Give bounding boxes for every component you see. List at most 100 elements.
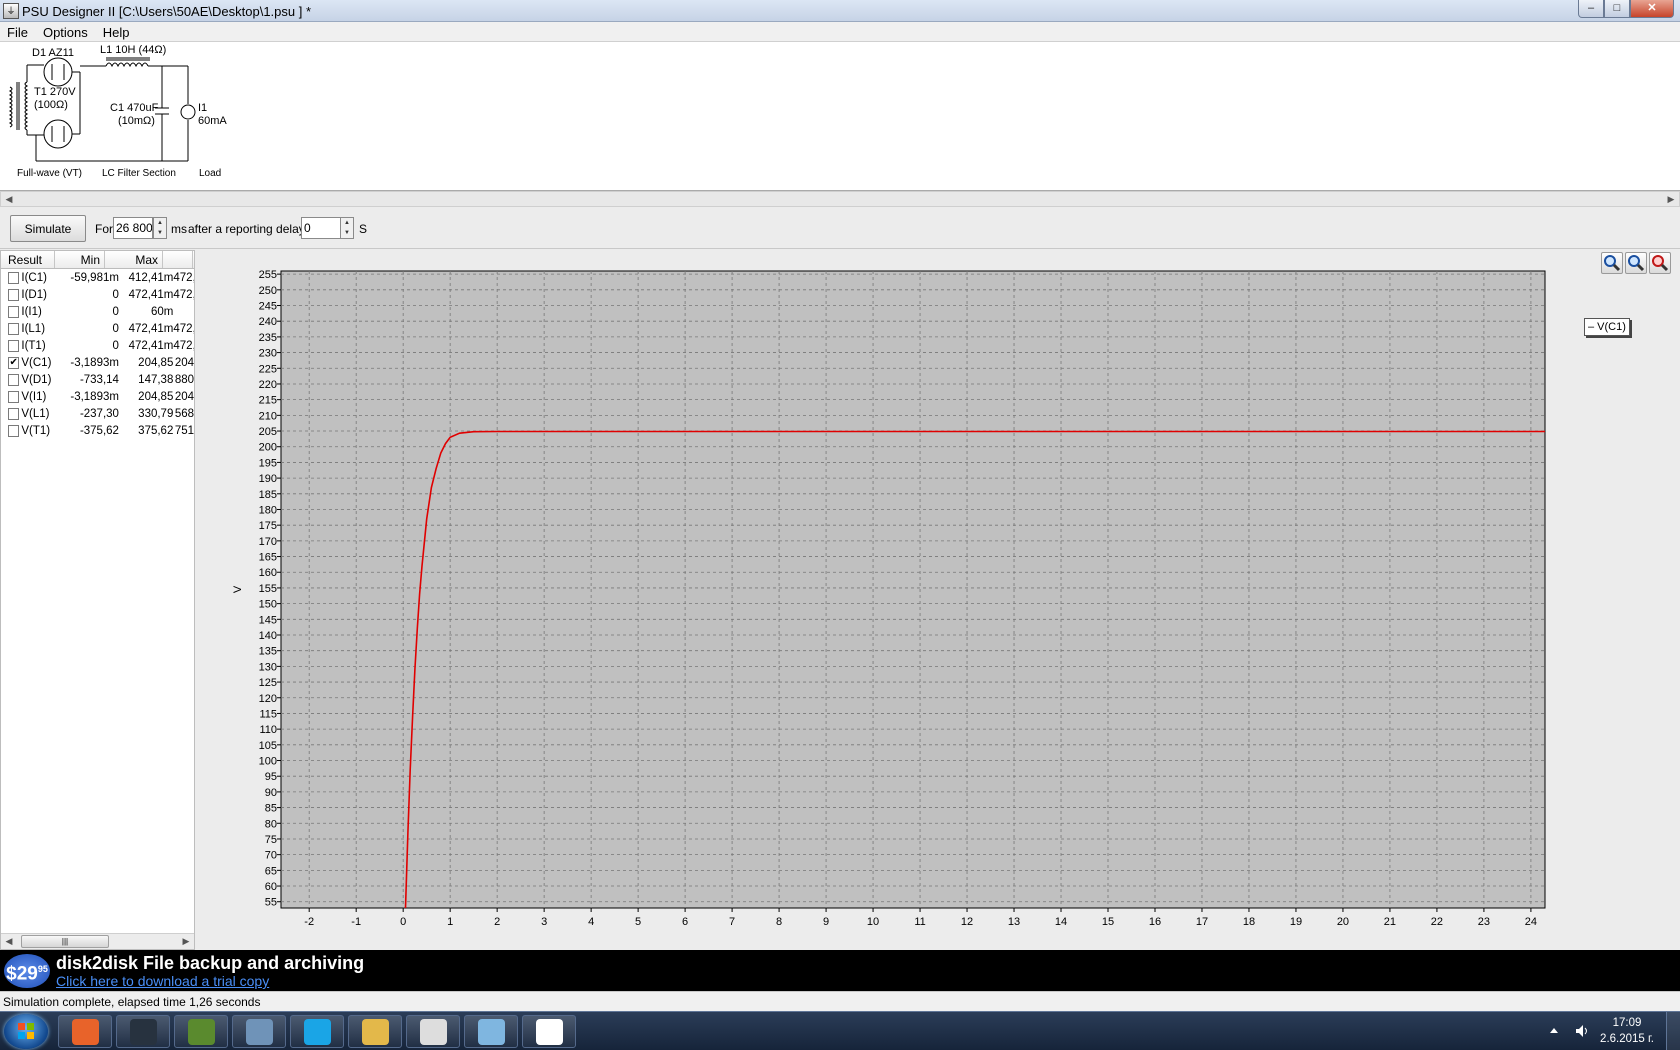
clock[interactable]: 17:09 2.6.2015 г. <box>1600 1015 1654 1047</box>
y-tick-label: 170 <box>259 536 277 548</box>
col-max[interactable]: Max <box>105 251 163 268</box>
result-row[interactable]: ✔ V(C1) -3,1893m 204,85 204 <box>1 354 194 371</box>
ad-download-link[interactable]: Click here to download a trial copy <box>56 973 269 989</box>
taskbar-calculator[interactable] <box>232 1015 286 1048</box>
voltage-chart[interactable]: -2 -1 0 1 2 3 4 5 6 7 8 9 10 11 12 13 14 15 16 17 18 19 20 21 22… <box>196 250 1680 950</box>
x-tick-label: 19 <box>1290 916 1302 928</box>
y-tick-label: 250 <box>259 285 277 297</box>
result-checkbox[interactable] <box>8 288 20 301</box>
menu-options[interactable]: Options <box>36 22 96 41</box>
zoom-reset-button[interactable] <box>1649 252 1671 274</box>
result-min: 0 <box>112 339 119 352</box>
result-row[interactable]: V(D1) -733,14 147,38 880 <box>1 371 194 388</box>
schematic-scrollbar[interactable]: ◀ ▶ <box>0 191 1680 207</box>
zoom-in-button[interactable] <box>1601 252 1623 274</box>
delay-spinner[interactable]: ▲ ▼ <box>340 217 354 239</box>
result-checkbox[interactable] <box>8 339 20 352</box>
spin-up-icon[interactable]: ▲ <box>341 218 353 228</box>
result-name: V(D1) <box>21 373 52 386</box>
spin-up-icon[interactable]: ▲ <box>154 218 166 228</box>
result-row[interactable]: V(T1) -375,62 375,62 751 <box>1 422 194 439</box>
menu-help[interactable]: Help <box>96 22 138 41</box>
ad-title: disk2disk File backup and archiving <box>56 953 365 973</box>
plot-area[interactable] <box>280 270 1546 909</box>
result-checkbox[interactable] <box>8 407 20 420</box>
y-tick-label: 65 <box>265 865 277 877</box>
result-max: 375,62 <box>138 424 174 437</box>
taskbar-minecraft[interactable] <box>174 1015 228 1048</box>
firefox-icon <box>72 1019 99 1045</box>
col-result[interactable]: Result <box>1 251 55 268</box>
taskbar-panda[interactable] <box>406 1015 460 1048</box>
result-checkbox[interactable] <box>8 373 20 386</box>
taskbar-app-blue[interactable] <box>464 1015 518 1048</box>
chart-legend[interactable]: – V(C1) <box>1584 318 1630 336</box>
delay-input[interactable] <box>301 217 341 239</box>
duration-input[interactable] <box>113 217 153 239</box>
zoom-out-button[interactable] <box>1625 252 1647 274</box>
y-tick-label: 210 <box>259 410 277 422</box>
close-button[interactable]: ✕ <box>1630 0 1674 18</box>
result-extra: 204 <box>174 356 194 369</box>
start-button[interactable] <box>4 1014 48 1049</box>
scroll-thumb[interactable]: ||| <box>21 935 109 948</box>
taskbar-skype[interactable] <box>290 1015 344 1048</box>
ad-banner[interactable]: $2995 disk2disk File backup and archivin… <box>0 950 1680 991</box>
results-header: Result Min Max <box>1 251 194 269</box>
result-extra: 880 <box>174 373 194 386</box>
simulate-button[interactable]: Simulate <box>10 215 86 242</box>
result-extra: 472, <box>173 271 194 284</box>
show-desktop-button[interactable] <box>1666 1012 1680 1050</box>
schematic-canvas[interactable]: D1 AZ11 L1 10H (44Ω) T1 270V (100Ω) C1 4… <box>0 42 1680 191</box>
y-tick-label: 190 <box>259 473 277 485</box>
result-name: I(I1) <box>21 305 42 318</box>
taskbar-steam[interactable] <box>116 1015 170 1048</box>
duration-spinner[interactable]: ▲ ▼ <box>153 217 167 239</box>
x-tick-label: -1 <box>351 916 361 928</box>
result-max: 60m <box>150 305 174 318</box>
results-scrollbar[interactable]: ◀ ||| ▶ <box>1 933 194 949</box>
col-extra[interactable] <box>163 251 193 268</box>
x-tick-label: 7 <box>729 916 735 928</box>
ad-price: $29 <box>6 963 38 985</box>
chart-panel[interactable]: -2 -1 0 1 2 3 4 5 6 7 8 9 10 11 12 13 14 15 16 17 18 19 20 21 22… <box>196 250 1680 950</box>
result-checkbox[interactable] <box>8 424 20 437</box>
minimize-button[interactable]: – <box>1578 0 1604 18</box>
result-row[interactable]: I(I1) 0 60m <box>1 303 194 320</box>
panda-icon <box>420 1019 447 1045</box>
col-min[interactable]: Min <box>55 251 105 268</box>
menu-file[interactable]: File <box>0 22 36 41</box>
result-checkbox[interactable] <box>8 305 20 318</box>
scroll-right-icon[interactable]: ▶ <box>178 934 194 948</box>
tray-expand-icon[interactable] <box>1548 1024 1560 1036</box>
scroll-left-icon[interactable]: ◀ <box>1 934 17 948</box>
result-row[interactable]: I(C1) -59,981m 412,41m 472, <box>1 269 194 286</box>
taskbar-psu-designer[interactable] <box>522 1015 576 1048</box>
x-tick-label: 22 <box>1431 916 1443 928</box>
volume-icon[interactable] <box>1574 1023 1590 1039</box>
result-max: 412,41m <box>128 271 174 284</box>
for-label: For <box>95 222 113 236</box>
y-tick-label: 60 <box>265 881 277 893</box>
scroll-left-icon[interactable]: ◀ <box>1 192 17 206</box>
result-row[interactable]: V(I1) -3,1893m 204,85 204 <box>1 388 194 405</box>
taskbar-firefox[interactable] <box>58 1015 112 1048</box>
spin-down-icon[interactable]: ▼ <box>341 228 353 238</box>
result-checkbox[interactable] <box>8 390 20 403</box>
result-row[interactable]: V(L1) -237,30 330,79 568 <box>1 405 194 422</box>
result-checkbox[interactable] <box>8 322 20 335</box>
status-bar: Simulation complete, elapsed time 1,26 s… <box>0 991 1680 1011</box>
result-row[interactable]: I(L1) 0 472,41m 472, <box>1 320 194 337</box>
spin-down-icon[interactable]: ▼ <box>154 228 166 238</box>
result-min: 0 <box>112 322 119 335</box>
result-checkbox[interactable]: ✔ <box>8 356 20 369</box>
label-i1-value: 60mA <box>198 115 227 127</box>
result-checkbox[interactable] <box>8 271 20 284</box>
maximize-button[interactable]: □ <box>1604 0 1630 18</box>
scroll-right-icon[interactable]: ▶ <box>1663 192 1679 206</box>
result-row[interactable]: I(D1) 0 472,41m 472, <box>1 286 194 303</box>
result-row[interactable]: I(T1) 0 472,41m 472, <box>1 337 194 354</box>
taskbar-file-explorer[interactable] <box>348 1015 402 1048</box>
results-list[interactable]: Result Min Max I(C1) -59,981m 412,41m 472, I… <box>0 250 195 950</box>
x-tick-label: 21 <box>1384 916 1396 928</box>
